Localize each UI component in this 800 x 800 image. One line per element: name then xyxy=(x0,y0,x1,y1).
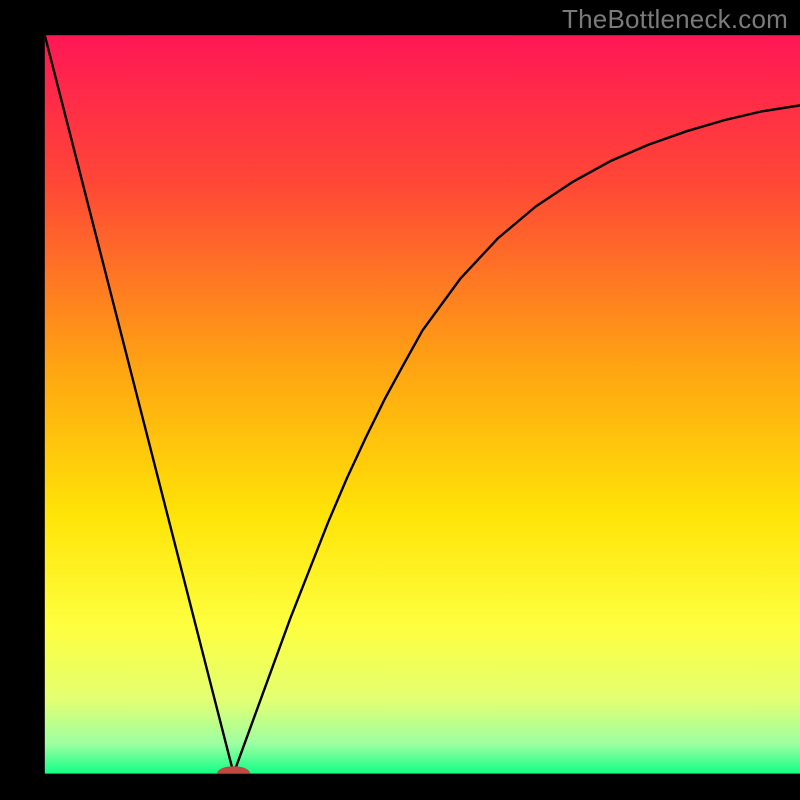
chart-frame: TheBottleneck.com xyxy=(0,0,800,800)
bottleneck-chart xyxy=(0,0,800,800)
plot-area xyxy=(45,35,800,781)
gradient-background xyxy=(45,35,800,773)
watermark-label: TheBottleneck.com xyxy=(562,4,788,35)
